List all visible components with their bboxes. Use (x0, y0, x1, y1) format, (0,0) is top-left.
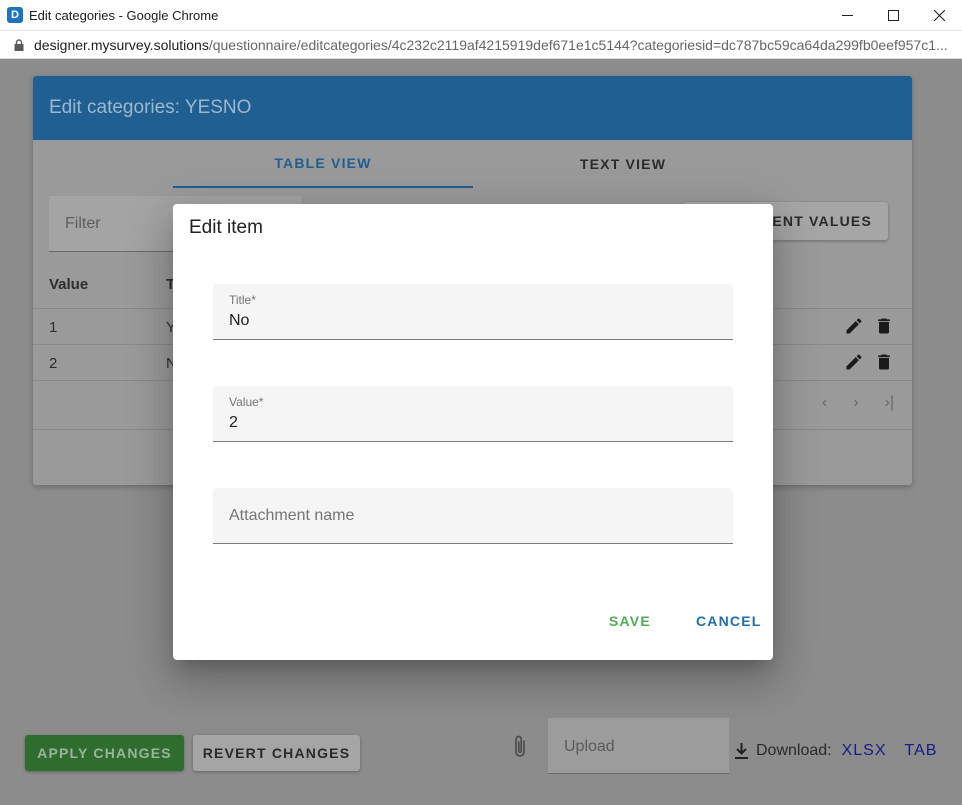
title-field-value[interactable]: No (229, 312, 249, 330)
attachment-name-placeholder: Attachment name (229, 507, 355, 524)
row-value: 1 (49, 319, 58, 336)
attachment-name-field[interactable]: Attachment name (213, 488, 733, 544)
upload-input[interactable]: Upload (548, 718, 729, 774)
cancel-button[interactable]: CANCEL (696, 613, 762, 629)
url-host: designer.mysurvey.solutions (34, 36, 209, 53)
prev-page-icon[interactable]: ‹ (822, 394, 827, 412)
edit-item-dialog: Edit item Title* No Value* 2 Attachment … (173, 204, 773, 660)
paperclip-icon[interactable] (510, 734, 530, 760)
window-titlebar: D Edit categories - Google Chrome (0, 0, 962, 31)
address-bar[interactable]: designer.mysurvey.solutions/questionnair… (0, 31, 962, 59)
categories-title: Edit categories: YESNO (49, 97, 252, 118)
view-tabs: TABLE VIEW TEXT VIEW (33, 140, 912, 188)
edit-icon[interactable] (844, 316, 864, 336)
window-title: Edit categories - Google Chrome (29, 7, 219, 23)
column-value: Value (49, 276, 89, 293)
url-path: /questionnaire/editcategories/4c232c2119… (208, 36, 948, 53)
download-icon (735, 743, 748, 759)
download-section: Download: XLSX TAB (733, 742, 937, 760)
delete-icon[interactable] (874, 352, 894, 372)
minimize-icon[interactable] (824, 0, 870, 31)
download-tab-link[interactable]: TAB (905, 742, 938, 760)
apply-changes-button[interactable]: APPLY CHANGES (25, 735, 184, 771)
delete-icon[interactable] (874, 316, 894, 336)
maximize-icon[interactable] (870, 0, 916, 31)
value-field[interactable]: Value* 2 (213, 386, 733, 442)
close-icon[interactable] (916, 0, 962, 31)
pagination: ‹ › ›| (822, 394, 894, 412)
value-field-value[interactable]: 2 (229, 414, 238, 432)
url-text[interactable]: designer.mysurvey.solutions/questionnair… (34, 37, 954, 53)
window-controls (824, 0, 962, 31)
edit-icon[interactable] (844, 352, 864, 372)
last-page-icon[interactable]: ›| (885, 394, 894, 412)
revert-changes-button[interactable]: REVERT CHANGES (193, 735, 360, 771)
lock-icon (14, 38, 24, 51)
row-value: 2 (49, 355, 58, 372)
tab-table-view[interactable]: TABLE VIEW (173, 140, 473, 188)
app-icon: D (7, 7, 23, 23)
value-field-label: Value* (229, 395, 264, 409)
title-field[interactable]: Title* No (213, 284, 733, 340)
categories-header: Edit categories: YESNO (33, 76, 912, 140)
tab-text-view[interactable]: TEXT VIEW (473, 140, 773, 188)
title-field-label: Title* (229, 293, 256, 307)
save-button[interactable]: SAVE (609, 613, 651, 629)
next-page-icon[interactable]: › (853, 394, 858, 412)
download-label: Download: (756, 742, 832, 759)
download-xlsx-link[interactable]: XLSX (842, 742, 887, 760)
dialog-title: Edit item (189, 217, 263, 238)
